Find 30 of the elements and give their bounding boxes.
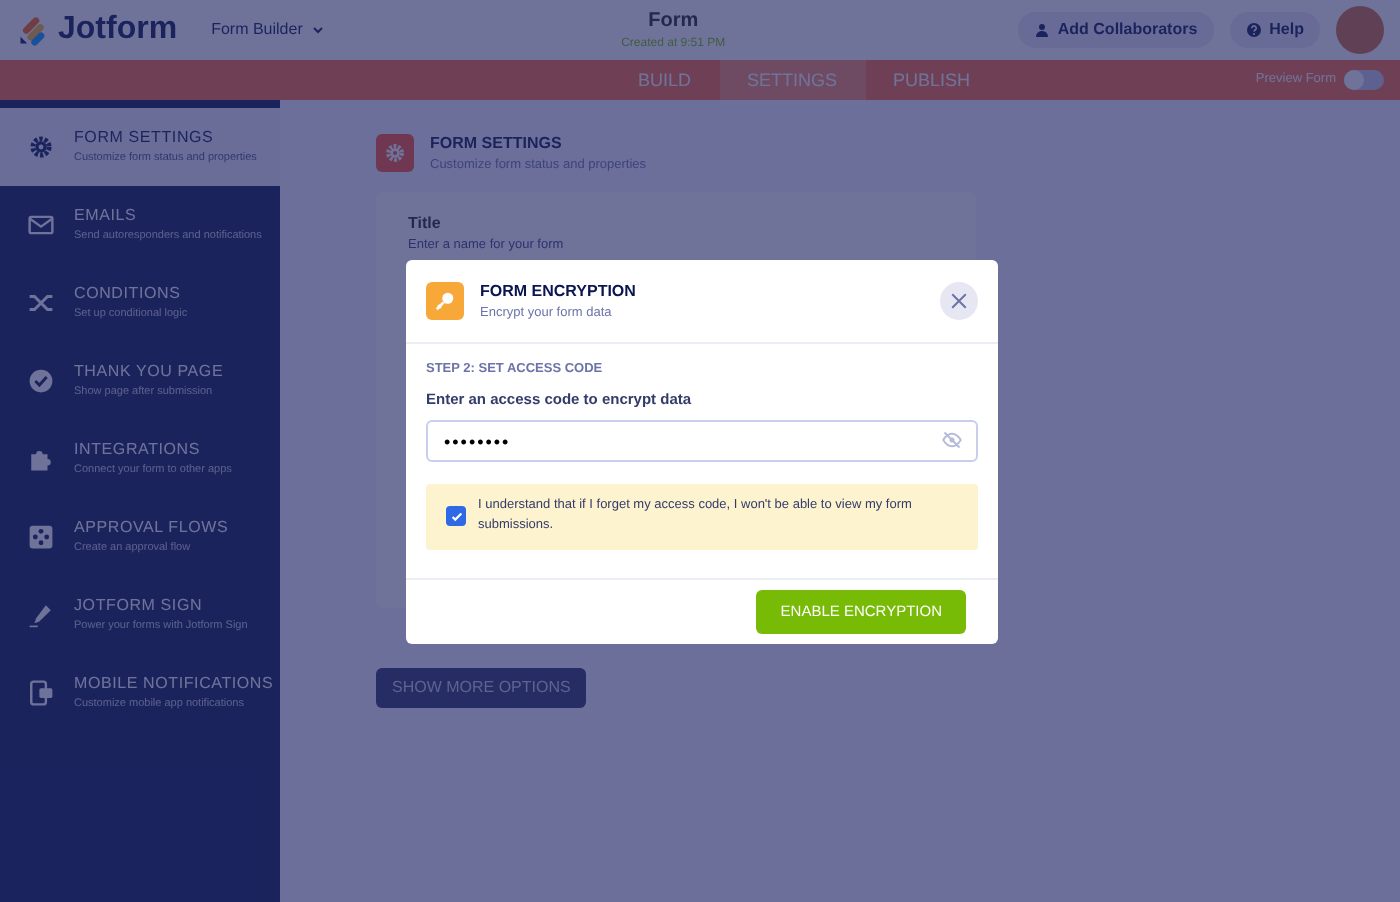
- key-icon: [426, 282, 464, 320]
- gear-badge-icon: [376, 134, 414, 173]
- modal-title: FORM ENCRYPTION: [480, 279, 638, 304]
- access-code-field[interactable]: ••••••••: [426, 420, 978, 462]
- field-label: Title: [408, 211, 443, 236]
- flow-icon: [28, 524, 54, 550]
- phone-icon: [28, 680, 54, 706]
- user-avatar[interactable]: [1336, 6, 1384, 54]
- form-builder-dropdown[interactable]: Form Builder: [209, 16, 329, 44]
- help-button[interactable]: Help: [1229, 12, 1320, 48]
- add-collaborators-button[interactable]: Add Collaborators: [1017, 12, 1214, 48]
- puzzle-icon: [28, 446, 54, 472]
- preview-toggle[interactable]: [1344, 70, 1384, 90]
- caret-icon: [310, 22, 327, 38]
- shuffle-icon: [28, 290, 54, 316]
- tab[interactable]: PUBLISH: [865, 60, 999, 100]
- tab[interactable]: BUILD: [610, 60, 720, 100]
- help-icon: [1245, 22, 1262, 38]
- close-icon: [950, 292, 968, 310]
- check-circle-icon: [28, 368, 54, 394]
- gear-icon: [28, 134, 54, 160]
- section-title: FORM SETTINGS: [430, 132, 564, 156]
- pen-icon: [28, 602, 54, 628]
- user-icon: [1033, 22, 1050, 38]
- envelope-icon: [28, 212, 54, 238]
- form-title: Form: [646, 8, 701, 36]
- checkbox[interactable]: [446, 506, 466, 527]
- hidden-eye-icon: [942, 430, 962, 450]
- logo-text: Jotform: [58, 10, 178, 50]
- close-button[interactable]: [940, 282, 978, 320]
